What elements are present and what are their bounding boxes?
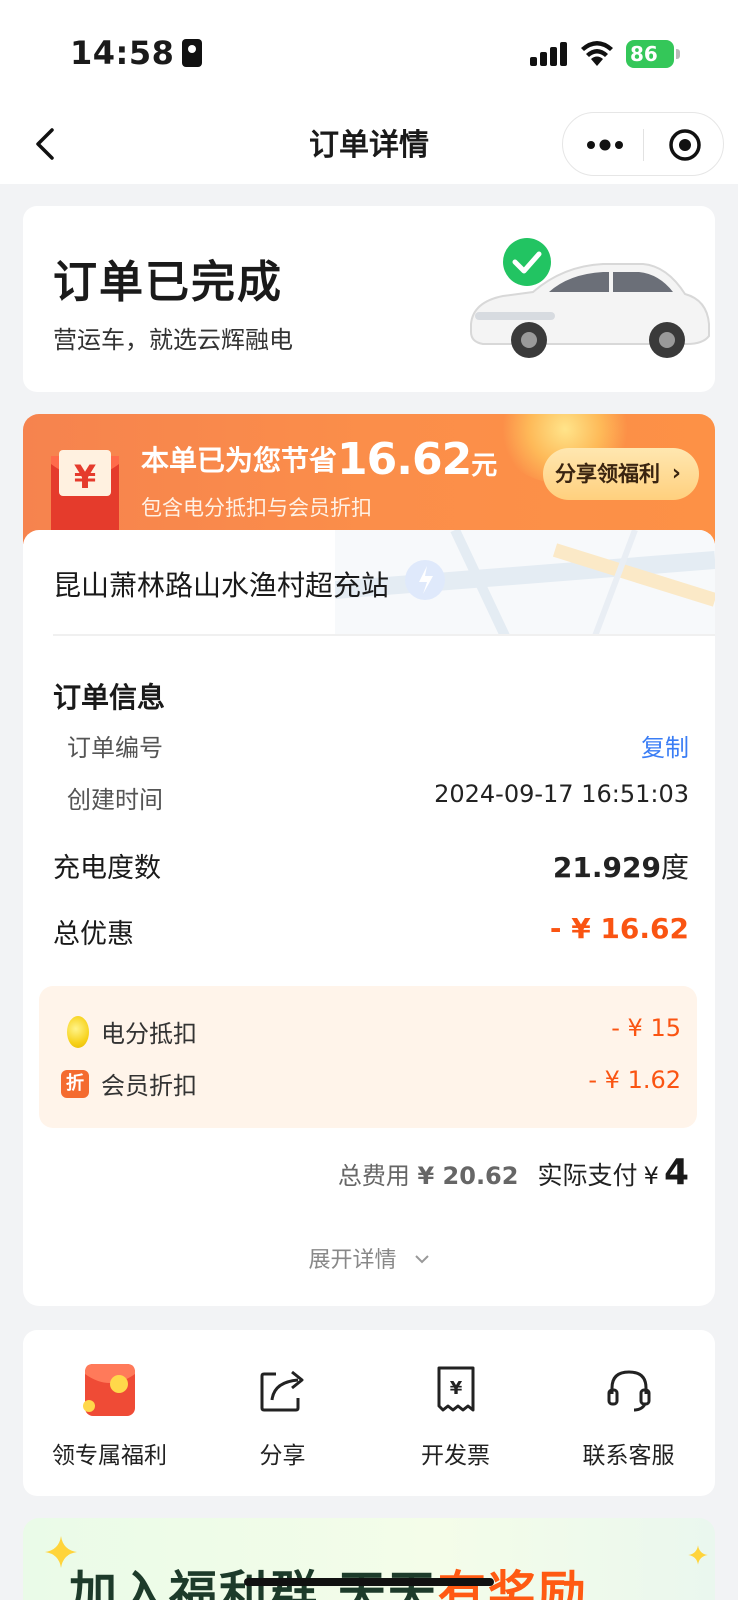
action-benefit[interactable]: 领专属福利 <box>23 1330 196 1496</box>
share-benefit-button[interactable]: 分享领福利 › <box>543 448 699 500</box>
invoice-icon: ¥ <box>437 1366 475 1412</box>
action-grid: 领专属福利 分享 ¥ 开发票 联系客服 <box>23 1330 715 1496</box>
total-discount-value: - ¥ 16.62 <box>549 912 689 945</box>
red-envelope-icon <box>83 1364 135 1416</box>
action-support-label: 联系客服 <box>582 1443 675 1469</box>
total-fee-value: ¥ 20.62 <box>417 1162 519 1190</box>
created-time-value: 2024-09-17 16:51:03 <box>434 780 689 808</box>
savings-prefix: 本单已为您节省 <box>141 444 338 477</box>
total-fee-label: 总费用 <box>337 1162 410 1190</box>
savings-subtitle: 包含电分抵扣与会员折扣 <box>141 496 372 520</box>
time-text: 14:58 <box>70 34 175 72</box>
station-name: 昆山萧林路山水渔村超充站 <box>53 569 390 602</box>
kwh-number: 21.929 <box>552 851 661 884</box>
member-discount-value: - ¥ 1.62 <box>588 1066 681 1094</box>
action-share[interactable]: 分享 <box>196 1330 369 1496</box>
svg-text:¥: ¥ <box>450 1378 463 1399</box>
action-benefit-label: 领专属福利 <box>52 1443 167 1469</box>
battery-level: 86 <box>630 42 658 66</box>
savings-unit: 元 <box>471 451 498 481</box>
payment-totals: 总费用 ¥ 20.62 实际支付 ¥ 4 <box>338 1152 689 1193</box>
discount-tag-icon: 折 <box>61 1070 89 1098</box>
savings-banner: ¥ 本单已为您节省16.62元 包含电分抵扣与会员折扣 分享领福利 › <box>23 414 715 544</box>
more-dots-icon[interactable] <box>585 135 625 155</box>
battery-indicator: 86 <box>626 40 680 68</box>
actual-paid-label: 实际支付 <box>537 1161 638 1190</box>
created-time-label: 创建时间 <box>67 786 163 814</box>
car-completed-illustration <box>470 238 710 358</box>
close-target-icon[interactable] <box>667 127 703 163</box>
kwh-unit: 度 <box>660 851 689 884</box>
savings-amount: 16.62 <box>337 434 472 485</box>
promo-title: 加入福利群 天天有奖励 <box>69 1554 588 1600</box>
welfare-group-banner[interactable]: 加入福利群 天天有奖励 <box>23 1518 715 1600</box>
currency-symbol: ¥ <box>74 458 96 496</box>
sparkle-icon <box>688 1545 708 1565</box>
total-discount-label: 总优惠 <box>53 919 134 950</box>
charge-kwh-label: 充电度数 <box>53 853 161 884</box>
order-number-label: 订单编号 <box>67 734 163 762</box>
chevron-down-icon <box>414 1255 429 1264</box>
discount-breakdown: 电分抵扣 - ¥ 15 折 会员折扣 - ¥ 1.62 <box>39 986 697 1128</box>
coin-icon <box>67 1016 89 1048</box>
order-status-title: 订单已完成 <box>53 257 283 308</box>
nav-bar: 订单详情 <box>0 104 738 184</box>
actual-paid-value: 4 <box>663 1152 689 1193</box>
order-status-subtitle: 营运车，就选云辉融电 <box>53 326 293 354</box>
divider <box>53 634 715 636</box>
actual-paid-currency: ¥ <box>643 1162 659 1190</box>
mini-program-capsule <box>562 112 724 176</box>
copy-order-number-button[interactable]: 复制 <box>641 728 689 763</box>
expand-details-button[interactable]: 展开详情 <box>23 1242 715 1274</box>
order-info-title: 订单信息 <box>53 681 166 714</box>
home-indicator <box>244 1578 494 1586</box>
charge-kwh-value: 21.929度 <box>553 846 689 886</box>
share-benefit-label: 分享领福利 <box>555 462 660 486</box>
action-invoice-label: 开发票 <box>421 1443 490 1469</box>
points-deduction-label: 电分抵扣 <box>101 1020 197 1048</box>
map-background <box>335 530 715 636</box>
status-bar: 14:58 86 <box>0 0 738 104</box>
total-fee: 总费用 ¥ 20.62 <box>338 1162 519 1190</box>
contact-badge-icon <box>182 39 203 67</box>
wifi-icon <box>581 41 613 66</box>
share-icon <box>260 1370 304 1412</box>
capsule-divider <box>643 129 644 161</box>
cellular-signal-icon <box>530 42 568 66</box>
points-deduction-value: - ¥ 15 <box>611 1014 681 1042</box>
action-invoice[interactable]: ¥ 开发票 <box>369 1330 542 1496</box>
status-time: 14:58 <box>70 34 203 72</box>
chevron-right-icon: › <box>671 461 681 486</box>
order-status-card: 订单已完成 营运车，就选云辉融电 <box>23 206 715 392</box>
headset-icon <box>607 1370 651 1412</box>
order-details-card: 昆山萧林路山水渔村超充站 订单信息 订单编号 复制 创建时间 2024-09-1… <box>23 530 715 1306</box>
member-discount-label: 会员折扣 <box>101 1072 197 1100</box>
action-share-label: 分享 <box>259 1443 306 1469</box>
action-support[interactable]: 联系客服 <box>542 1330 715 1496</box>
savings-line: 本单已为您节省16.62元 <box>141 434 497 485</box>
expand-details-label: 展开详情 <box>308 1248 397 1273</box>
